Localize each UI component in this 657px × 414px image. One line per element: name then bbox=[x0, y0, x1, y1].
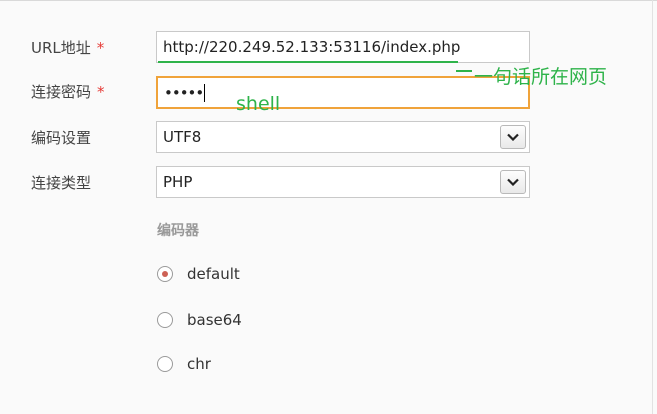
password-label: 连接密码 * bbox=[31, 82, 105, 102]
url-input-value: http://220.249.52.133:53116/index.php bbox=[163, 38, 461, 56]
encoding-label-text: 编码设置 bbox=[31, 129, 92, 147]
conn-type-label-text: 连接类型 bbox=[31, 174, 92, 192]
annotation-password-note: shell bbox=[236, 93, 281, 115]
url-label: URL地址 * bbox=[31, 38, 104, 58]
chevron-down-icon bbox=[507, 178, 519, 186]
encoding-select-value: UTF8 bbox=[163, 128, 202, 146]
conn-type-select-value: PHP bbox=[163, 173, 193, 191]
radio-button[interactable] bbox=[157, 356, 173, 372]
conn-type-select[interactable]: PHP bbox=[156, 166, 530, 198]
required-mark: * bbox=[97, 83, 105, 101]
encoder-option-default[interactable]: default bbox=[157, 265, 240, 283]
url-label-text: URL地址 bbox=[31, 39, 91, 57]
required-mark: * bbox=[96, 39, 105, 57]
conn-type-dropdown-button[interactable] bbox=[500, 170, 526, 194]
right-border bbox=[652, 0, 653, 414]
text-cursor bbox=[204, 83, 206, 102]
password-input-value: ••••• bbox=[164, 83, 204, 102]
encoder-option-base64[interactable]: base64 bbox=[157, 311, 242, 329]
encoder-option-label: default bbox=[187, 265, 240, 283]
encoder-section-title: 编码器 bbox=[157, 223, 199, 239]
annotation-underline bbox=[158, 61, 458, 63]
password-label-text: 连接密码 bbox=[31, 83, 92, 101]
conn-type-label: 连接类型 bbox=[31, 173, 91, 193]
encoding-label: 编码设置 bbox=[31, 128, 91, 148]
chevron-down-icon bbox=[507, 133, 519, 141]
encoder-option-chr[interactable]: chr bbox=[157, 355, 211, 373]
top-border bbox=[0, 0, 657, 1]
encoder-option-label: chr bbox=[187, 355, 211, 373]
url-input[interactable]: http://220.249.52.133:53116/index.php bbox=[156, 31, 530, 63]
encoding-select[interactable]: UTF8 bbox=[156, 121, 530, 153]
radio-button[interactable] bbox=[157, 312, 173, 328]
encoding-dropdown-button[interactable] bbox=[500, 125, 526, 149]
radio-selected-dot bbox=[162, 271, 168, 277]
annotation-dash bbox=[456, 70, 472, 72]
radio-button[interactable] bbox=[157, 266, 173, 282]
annotation-url-note: 一句话所在网页 bbox=[474, 66, 608, 88]
encoder-option-label: base64 bbox=[187, 311, 242, 329]
